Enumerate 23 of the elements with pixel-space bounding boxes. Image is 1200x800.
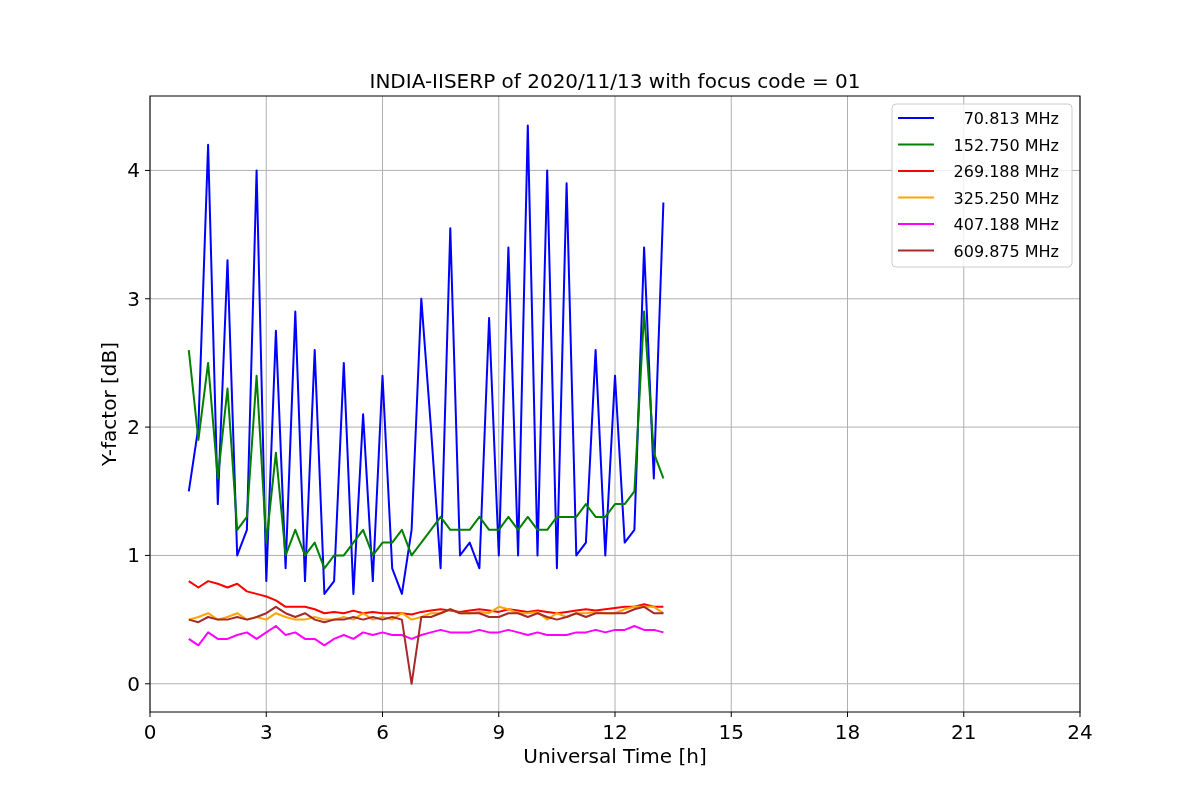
- x-tick-label: 3: [259, 720, 273, 744]
- x-tick-label: 9: [492, 720, 506, 744]
- y-tick-label: 4: [127, 158, 140, 183]
- legend-label: 269.188 MHz: [953, 162, 1059, 181]
- y-tick-label: 3: [127, 286, 140, 311]
- legend-label: 325.250 MHz: [953, 188, 1059, 208]
- x-tick-label: 18: [834, 720, 861, 744]
- legend-label: 407.188 MHz: [953, 215, 1059, 234]
- legend-label: 152.750 MHz: [953, 135, 1059, 155]
- x-tick-label: 0: [143, 720, 157, 744]
- x-tick-label: 12: [602, 720, 628, 744]
- y-tick-label: 2: [127, 415, 140, 440]
- x-tick-label: 6: [376, 720, 389, 744]
- y-tick-label: 1: [127, 543, 140, 568]
- y-axis-label: Y-factor [dB]: [97, 342, 121, 466]
- x-tick-label: 24: [1067, 720, 1093, 744]
- x-axis-label: Universal Time [h]: [523, 744, 707, 768]
- legend-label: 70.813 MHz: [963, 109, 1059, 128]
- x-tick-label: 21: [951, 720, 977, 744]
- chart-title: INDIA-IISERP of 2020/11/13 with focus code = 01: [369, 69, 861, 93]
- y-tick-label: 0: [127, 671, 140, 696]
- x-tick-label: 15: [718, 720, 744, 744]
- legend-label: 609.875 MHz: [953, 241, 1059, 261]
